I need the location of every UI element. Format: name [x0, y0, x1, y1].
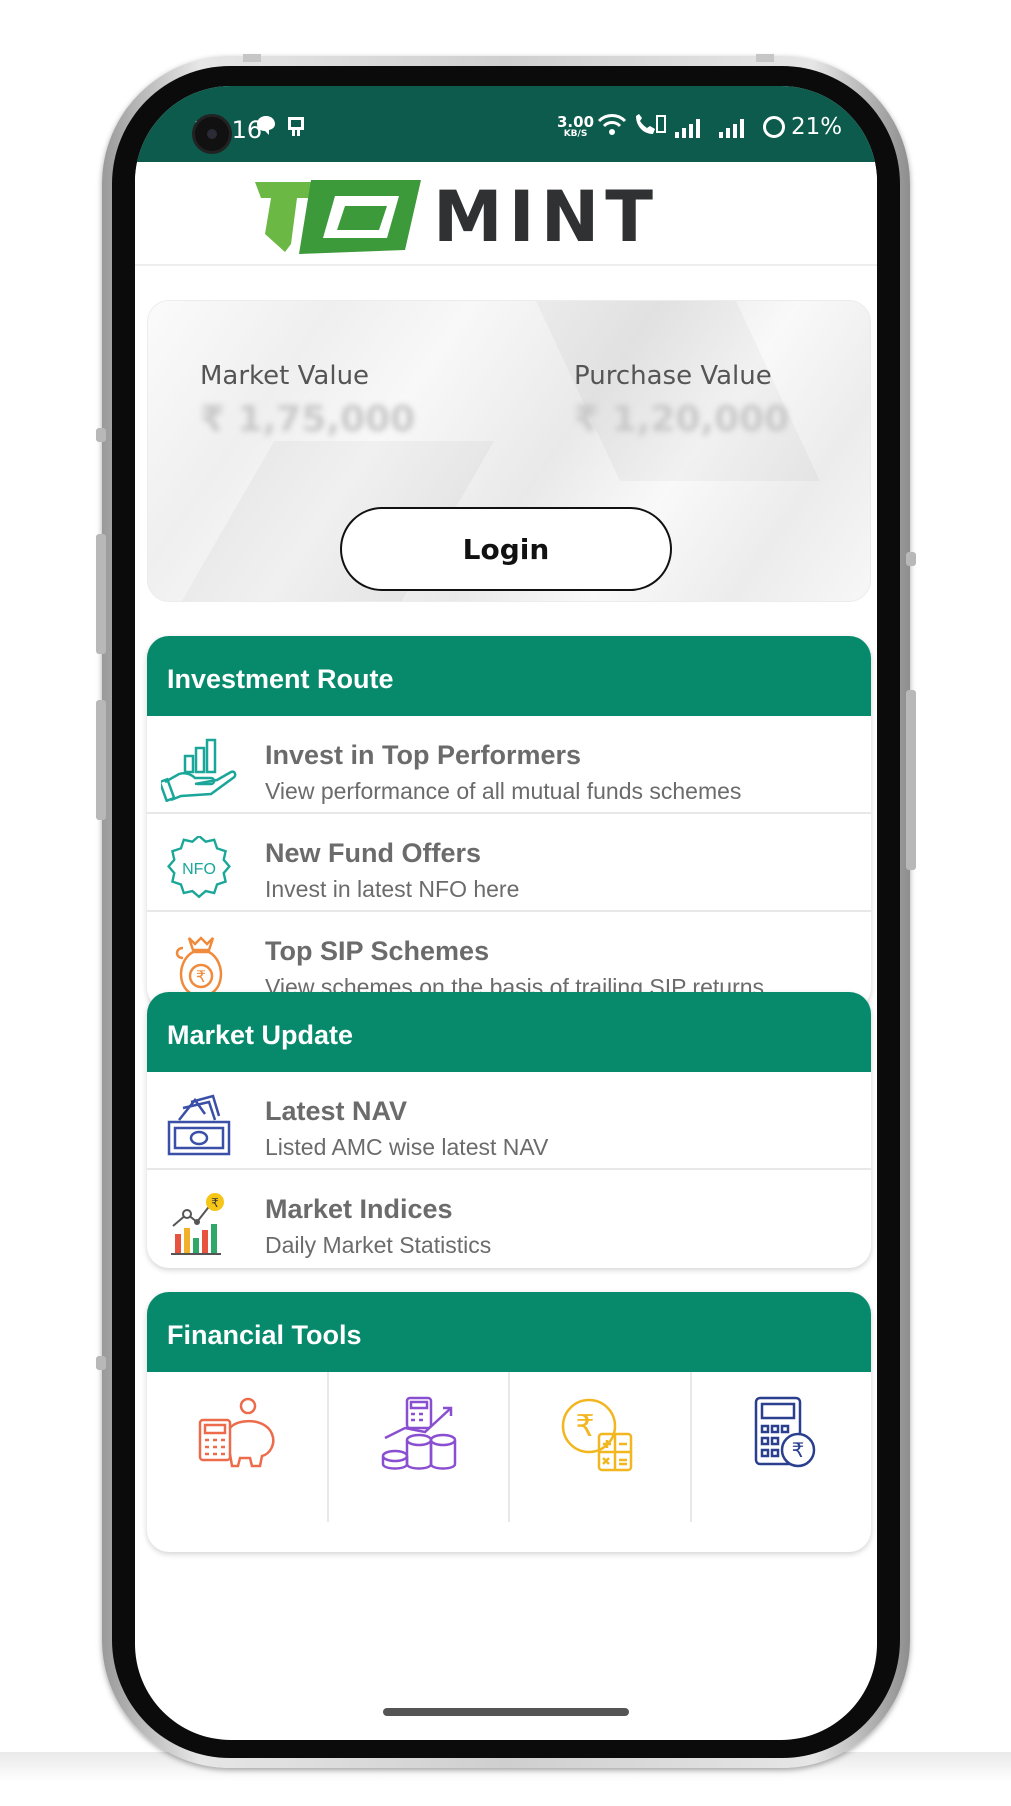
- sim-notification-icon: [285, 114, 307, 144]
- battery-percent: 21%: [791, 114, 843, 140]
- tools-grid: ₹ ₹: [147, 1372, 871, 1522]
- tool-tile-1[interactable]: [147, 1372, 329, 1522]
- svg-text:₹: ₹: [575, 1409, 594, 1444]
- list-item-title: Market Indices: [265, 1194, 453, 1224]
- market-value-amount: ₹ 1,75,000: [200, 399, 416, 440]
- list-item-title: Latest NAV: [265, 1096, 408, 1126]
- tool-tile-4[interactable]: ₹: [692, 1372, 872, 1522]
- antenna-line: [756, 54, 774, 62]
- volume-down-button: [96, 700, 106, 820]
- side-button: [96, 1356, 106, 1370]
- list-item-latest-nav[interactable]: Latest NAV Listed AMC wise latest NAV: [147, 1072, 871, 1170]
- list-item-subtitle: View performance of all mutual funds sch…: [265, 778, 742, 804]
- market-update-section: Market Update Latest NAV Listed AMC wise…: [147, 992, 871, 1268]
- status-bar: 11:16 3.00 KB/S 21%: [135, 86, 877, 162]
- login-button[interactable]: Login: [340, 507, 672, 591]
- svg-text:₹: ₹: [792, 1438, 805, 1462]
- hand-chart-icon: [161, 738, 237, 802]
- side-button: [906, 552, 916, 566]
- power-button: [906, 690, 916, 870]
- purchase-value-amount: ₹ 1,20,000: [574, 399, 790, 440]
- app-header: MINT: [135, 162, 877, 266]
- calculator-coins-icon: [382, 1396, 457, 1470]
- side-button: [96, 428, 106, 442]
- list-item-title: Top SIP Schemes: [265, 936, 490, 966]
- rupee-calculator-icon: ₹: [561, 1398, 632, 1472]
- battery-icon: [763, 116, 785, 138]
- purchase-value-label: Purchase Value: [574, 361, 772, 391]
- bar-chart-icon: ₹: [171, 1193, 224, 1255]
- nfo-badge-icon: NFO: [167, 836, 231, 899]
- network-speed: 3.00 KB/S: [557, 113, 595, 140]
- signal-strength-2-icon: [719, 118, 744, 138]
- calculator-piggy-bank-icon: [198, 1397, 275, 1468]
- gesture-home-bar[interactable]: [383, 1708, 629, 1716]
- money-bag-icon: ₹: [175, 936, 223, 998]
- wifi-calling-icon: [633, 112, 667, 144]
- front-camera: [192, 114, 232, 154]
- app-logo-text: MINT: [433, 176, 660, 258]
- volume-up-button: [96, 534, 106, 654]
- svg-text:₹: ₹: [196, 967, 206, 986]
- financial-tools-section: Financial Tools ₹ ₹: [147, 1292, 871, 1552]
- list-item-subtitle: Invest in latest NFO here: [265, 876, 520, 902]
- section-title: Investment Route: [147, 636, 871, 716]
- list-item-top-performers[interactable]: Invest in Top Performers View performanc…: [147, 716, 871, 814]
- cash-stack-icon: [167, 1094, 231, 1156]
- section-title: Financial Tools: [147, 1292, 871, 1372]
- list-item-market-indices[interactable]: ₹ Market Indices Daily Market Statistics: [147, 1170, 871, 1268]
- list-item-title: New Fund Offers: [265, 838, 482, 868]
- signal-strength-1-icon: [675, 118, 700, 138]
- svg-text:NFO: NFO: [182, 861, 216, 878]
- chat-notification-icon: [255, 114, 277, 142]
- phone-screen: 11:16 3.00 KB/S 21%: [135, 86, 877, 1740]
- list-item-subtitle: Listed AMC wise latest NAV: [265, 1134, 549, 1160]
- wifi-icon: [597, 112, 627, 144]
- portfolio-summary-card: Market Value ₹ 1,75,000 Purchase Value ₹…: [147, 300, 871, 602]
- network-speed-value: 3.00: [557, 113, 595, 131]
- section-title: Market Update: [147, 992, 871, 1072]
- investment-route-section: Investment Route Invest in Top Performer…: [147, 636, 871, 1010]
- tool-tile-2[interactable]: [329, 1372, 510, 1522]
- calculator-rupee-icon: ₹: [755, 1396, 816, 1468]
- mint-logo-icon: [255, 180, 421, 254]
- list-item-subtitle: Daily Market Statistics: [265, 1232, 492, 1258]
- tool-tile-3[interactable]: ₹: [510, 1372, 692, 1522]
- svg-text:₹: ₹: [211, 1196, 219, 1210]
- antenna-line: [243, 54, 261, 62]
- market-value-label: Market Value: [200, 361, 370, 391]
- list-item-title: Invest in Top Performers: [265, 740, 582, 770]
- list-item-new-fund-offers[interactable]: NFO New Fund Offers Invest in latest NFO…: [147, 814, 871, 912]
